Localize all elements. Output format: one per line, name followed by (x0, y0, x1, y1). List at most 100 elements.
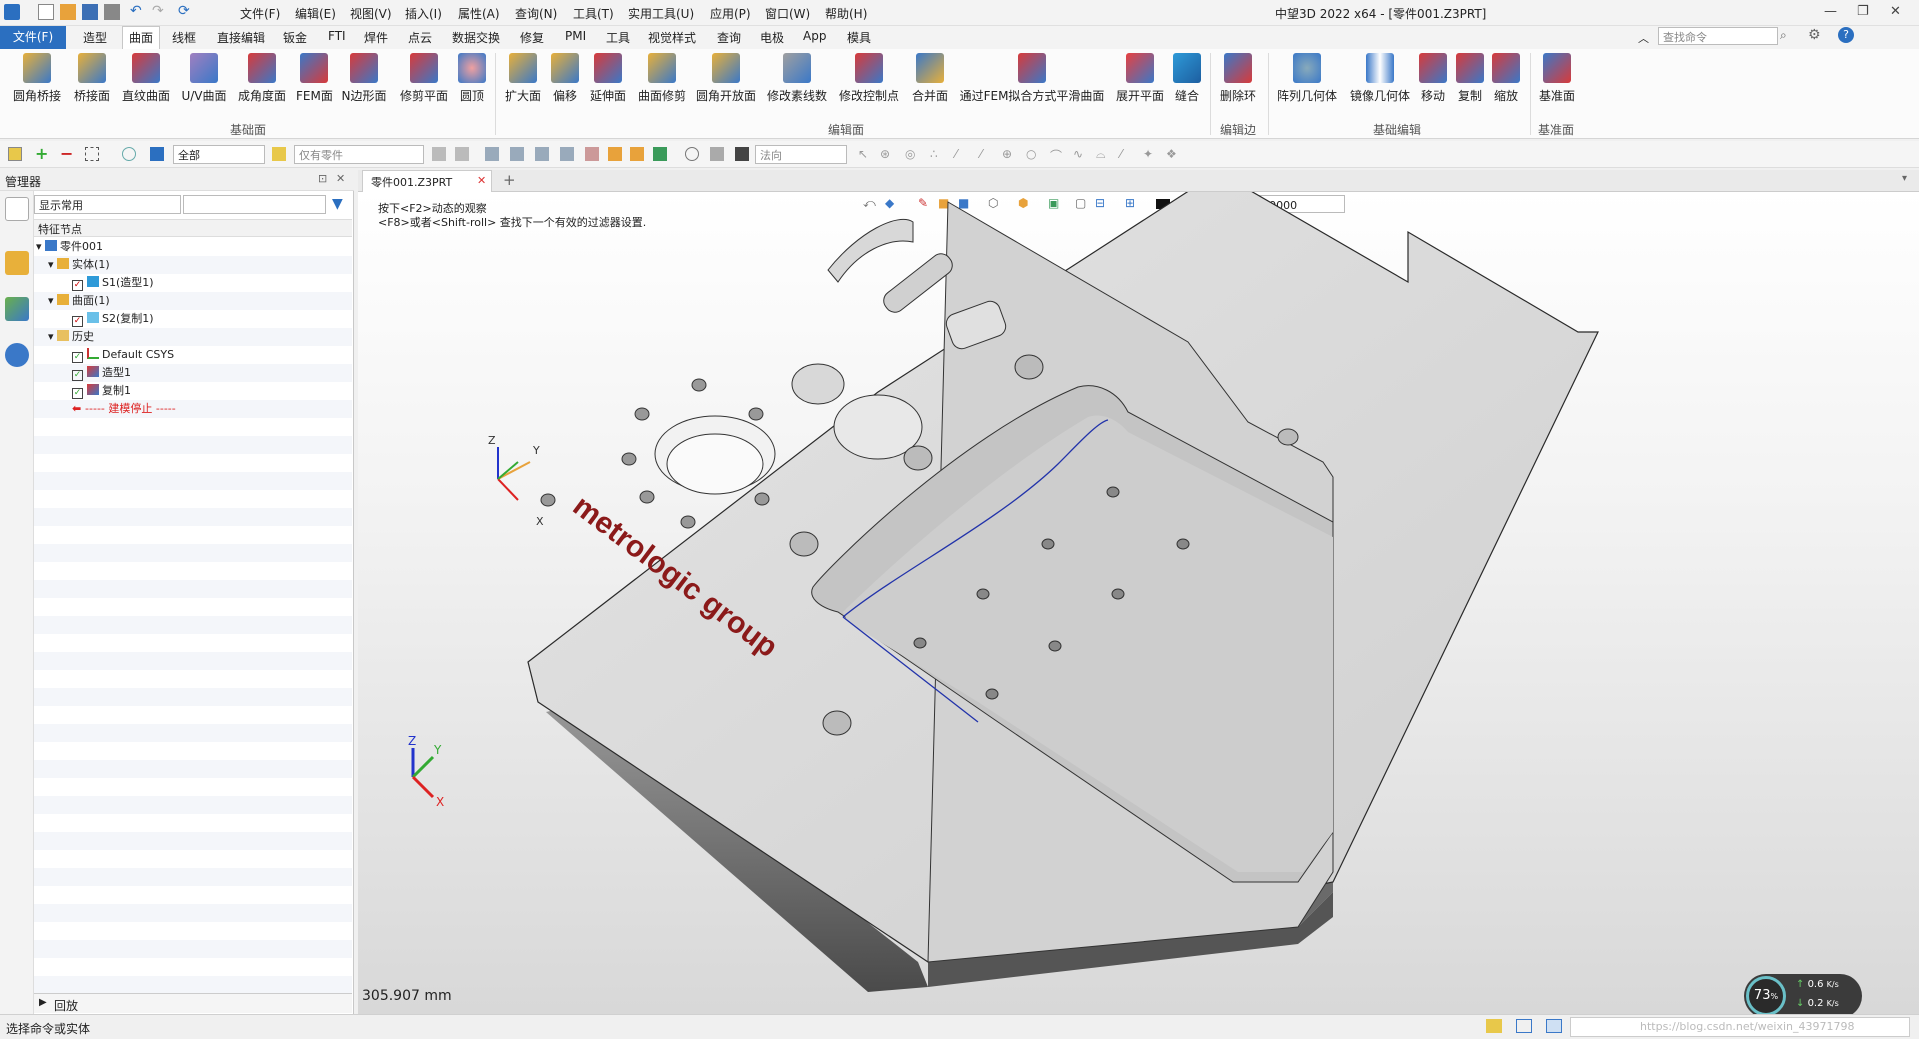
tab-sheet-metal[interactable]: 钣金 (283, 29, 307, 46)
assembly-tab-icon[interactable] (5, 251, 29, 275)
collapse-icon[interactable]: ▾ (48, 330, 57, 343)
menu-edit[interactable]: 编辑(E) (295, 5, 336, 22)
tab-direct-edit[interactable]: 直接编辑 (217, 29, 265, 46)
tree-node-surface[interactable]: ▾ 曲面(1) (34, 292, 352, 310)
trim-plane-button[interactable]: 修剪平面 (398, 53, 450, 104)
menu-apps[interactable]: 应用(P) (710, 5, 751, 22)
grid-icon[interactable] (710, 147, 724, 161)
snap-5-icon[interactable]: ⁄ (955, 147, 969, 161)
filter-icon[interactable] (150, 147, 164, 161)
pick-icon[interactable] (585, 147, 599, 161)
tab-electrode[interactable]: 电极 (760, 29, 784, 46)
extend-surface-button[interactable]: 延伸面 (588, 53, 628, 104)
tree-node-solid[interactable]: ▾ 实体(1) (34, 256, 352, 274)
settings-gear-icon[interactable]: ⚙ (1808, 27, 1821, 43)
fillet-bridge-button[interactable]: 圆角桥接 (12, 53, 62, 104)
tab-visual-style[interactable]: 视觉样式 (648, 29, 696, 46)
menu-query[interactable]: 查询(N) (515, 5, 557, 22)
tree-node-s2[interactable]: ✓ S2(复制1) (34, 310, 352, 328)
playback-bar[interactable]: ▶ 回放 (34, 993, 352, 1013)
redo-icon[interactable]: ↷ (152, 4, 168, 20)
unfold-plane-button[interactable]: 展开平面 (1114, 53, 1166, 104)
tree-node-history[interactable]: ▾ 历史 (34, 328, 352, 346)
command-search-input[interactable]: 查找命令 (1658, 27, 1778, 45)
scale-button[interactable]: 缩放 (1491, 53, 1521, 104)
tab-data-exchange[interactable]: 数据交换 (452, 29, 500, 46)
new-file-icon[interactable] (38, 4, 54, 20)
move-button[interactable]: 移动 (1418, 53, 1448, 104)
stitch-button[interactable]: 缝合 (1172, 53, 1202, 104)
remove-icon[interactable]: − (60, 146, 74, 162)
bridge-surface-button[interactable]: 桥接面 (70, 53, 114, 104)
tab-weldment[interactable]: 焊件 (364, 29, 388, 46)
close-button[interactable]: ✕ (1890, 4, 1901, 19)
collapse-ribbon-icon[interactable]: ︿ (1638, 30, 1649, 46)
menu-window[interactable]: 窗口(W) (765, 5, 810, 22)
snap-14-icon[interactable]: ❖ (1166, 147, 1180, 161)
datum-plane-button[interactable]: 基准面 (1536, 53, 1578, 104)
n-sided-surface-button[interactable]: N边形面 (340, 53, 388, 104)
tab-fti[interactable]: FTI (328, 29, 346, 43)
collapse-icon[interactable]: ▾ (36, 240, 45, 253)
tab-wireframe[interactable]: 线框 (172, 29, 196, 46)
fem-surface-button[interactable]: FEM面 (296, 53, 333, 104)
modeling-stop-marker[interactable]: ⬅ ----- 建模停止 ----- (34, 400, 352, 418)
tab-app[interactable]: App (803, 29, 826, 43)
tab-query[interactable]: 查询 (717, 29, 741, 46)
align-2-icon[interactable] (510, 147, 524, 161)
close-panel-icon[interactable]: ✕ (336, 172, 345, 185)
refresh-icon[interactable]: ⟳ (178, 4, 194, 20)
history-tab-icon[interactable] (5, 197, 29, 221)
menu-file[interactable]: 文件(F) (240, 5, 280, 22)
tree-node-s1[interactable]: ✓ S1(造型1) (34, 274, 352, 292)
snap-10-icon[interactable]: ∿ (1073, 147, 1087, 161)
merge-surface-button[interactable]: 合并面 (910, 53, 950, 104)
surface-trim-button[interactable]: 曲面修剪 (637, 53, 687, 104)
snap-11-icon[interactable]: ⌓ (1096, 147, 1110, 161)
restore-button[interactable]: ❐ (1857, 4, 1869, 19)
search-icon[interactable]: ⌕ (1780, 28, 1787, 43)
ruled-surface-button[interactable]: 直纹曲面 (121, 53, 171, 104)
align-icon[interactable] (485, 147, 499, 161)
select-pointer-icon[interactable] (8, 147, 22, 161)
tree-node-modeling1[interactable]: ✓ 造型1 (34, 364, 352, 382)
tree-node-copy1[interactable]: ✓ 复制1 (34, 382, 352, 400)
tab-mold[interactable]: 模具 (847, 29, 871, 46)
tab-pmi[interactable]: PMI (565, 29, 586, 43)
snap-9-icon[interactable]: ⌒ (1050, 147, 1064, 163)
tab-tools[interactable]: 工具 (606, 29, 630, 46)
pattern-geometry-button[interactable]: 阵列几何体 (1275, 53, 1339, 104)
folder-icon[interactable] (608, 147, 622, 161)
parts-only-select[interactable]: 仅有零件 (294, 145, 424, 164)
modify-control-points-button[interactable]: 修改控制点 (838, 53, 900, 104)
status-screen-icon[interactable] (1516, 1019, 1532, 1033)
snap-4-icon[interactable]: ∴ (930, 147, 944, 161)
print-icon[interactable] (104, 4, 120, 20)
fem-smooth-surface-button[interactable]: 通过FEM拟合方式平滑曲面 (957, 53, 1107, 104)
tab-file[interactable]: 文件(F) (0, 26, 66, 49)
status-grid-icon[interactable] (1486, 1019, 1502, 1033)
open-file-icon[interactable] (60, 4, 76, 20)
box-select-icon[interactable] (85, 147, 99, 161)
visibility-checkbox[interactable]: ✓ (72, 388, 83, 399)
menu-attribute[interactable]: 属性(A) (458, 5, 500, 22)
snap-2-icon[interactable]: ⊛ (880, 147, 894, 161)
perf-monitor-widget[interactable]: 73% ↑ 0.6 K/s ↓ 0.2 K/s (1744, 974, 1862, 1014)
add-icon[interactable]: + (35, 146, 49, 162)
offset-button[interactable]: 偏移 (550, 53, 580, 104)
menu-help[interactable]: 帮助(H) (825, 5, 867, 22)
tree-node-part[interactable]: ▾ 零件001 (34, 238, 352, 256)
status-window-icon[interactable] (1546, 1019, 1562, 1033)
new-tab-icon[interactable]: + (503, 171, 516, 189)
tab-modeling[interactable]: 造型 (83, 29, 107, 46)
visibility-checkbox[interactable]: ✓ (72, 316, 83, 327)
copy-button[interactable]: 复制 (1455, 53, 1485, 104)
folder-3-icon[interactable] (653, 147, 667, 161)
direction-select[interactable]: 法向 (755, 145, 847, 164)
menu-insert[interactable]: 插入(I) (405, 5, 442, 22)
toolbar-option-icon[interactable] (432, 147, 446, 161)
uv-surface-button[interactable]: U/V曲面 (180, 53, 228, 104)
undo-icon[interactable]: ↶ (130, 4, 146, 20)
dome-button[interactable]: 圆顶 (457, 53, 487, 104)
clock-icon[interactable] (685, 147, 699, 161)
